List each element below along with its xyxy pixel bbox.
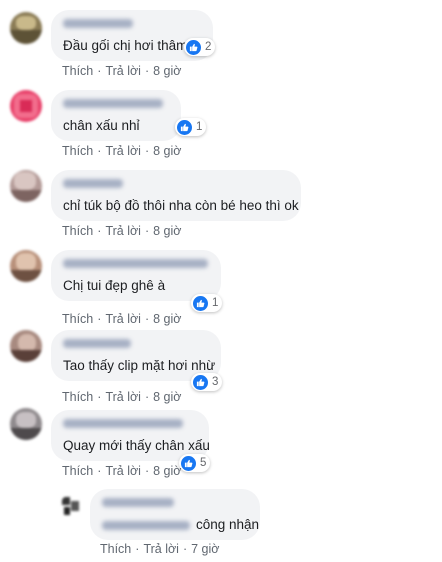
like-link[interactable]: Thích (62, 312, 93, 326)
separator-dot: · (97, 224, 102, 238)
timestamp[interactable]: 8 giờ (153, 64, 181, 78)
reply-link[interactable]: Trả lời (105, 64, 141, 78)
comment-text: Quay mới thấy chân xấu (63, 438, 210, 453)
reply-link[interactable]: Trả lời (105, 312, 141, 326)
separator-dot: · (97, 312, 102, 326)
separator-dot: · (144, 312, 150, 326)
reaction-count[interactable]: 1 (191, 294, 223, 312)
like-link[interactable]: Thích (62, 464, 93, 478)
reaction-count[interactable]: 5 (179, 454, 211, 472)
author-name[interactable] (63, 339, 131, 348)
like-link[interactable]: Thích (62, 390, 93, 404)
reaction-number: 5 (200, 457, 207, 469)
reply-link[interactable]: Trả lời (143, 542, 179, 556)
reaction-count[interactable]: 1 (175, 118, 207, 136)
reply-link[interactable]: Trả lời (105, 464, 141, 478)
separator-dot: · (97, 144, 102, 158)
comment-bubble: chỉ túk bộ đồ thôi nha còn bé heo thì ok (51, 170, 301, 221)
comment-actions: Thích · Trả lời · 7 giờ (100, 542, 219, 556)
comment-actions: Thích · Trả lời · 8 giờ (62, 144, 181, 158)
separator-dot: · (144, 64, 150, 78)
avatar[interactable] (10, 250, 42, 282)
like-link[interactable]: Thích (62, 64, 93, 78)
avatar[interactable] (10, 90, 42, 122)
like-link[interactable]: Thích (62, 144, 93, 158)
avatar[interactable] (10, 170, 42, 202)
separator-dot: · (97, 64, 102, 78)
like-icon (193, 374, 208, 390)
like-icon (181, 455, 196, 471)
separator-dot: · (182, 542, 188, 556)
like-link[interactable]: Thích (62, 224, 93, 238)
like-icon (177, 119, 192, 135)
author-name[interactable] (63, 419, 183, 428)
separator-dot: · (97, 464, 102, 478)
reply-link[interactable]: Trả lời (105, 390, 141, 404)
author-name[interactable] (63, 99, 163, 108)
avatar[interactable] (10, 12, 42, 44)
separator-dot: · (144, 464, 150, 478)
comment-bubble: chân xấu nhỉ (51, 90, 181, 141)
timestamp[interactable]: 8 giờ (153, 390, 181, 404)
author-name[interactable] (63, 179, 123, 188)
timestamp[interactable]: 8 giờ (153, 224, 181, 238)
comment-text: công nhận (196, 517, 260, 532)
timestamp[interactable]: 8 giờ (153, 464, 181, 478)
reply-link[interactable]: Trả lời (105, 224, 141, 238)
comment-text: chân xấu nhỉ (63, 118, 140, 133)
separator-dot: · (144, 224, 150, 238)
reaction-count[interactable]: 3 (191, 373, 223, 391)
like-link[interactable]: Thích (100, 542, 131, 556)
timestamp[interactable]: 8 giờ (153, 144, 181, 158)
author-name[interactable] (63, 19, 133, 28)
reaction-number: 1 (196, 121, 203, 133)
separator-dot: · (97, 390, 102, 404)
reaction-number: 2 (205, 41, 212, 53)
separator-dot: · (144, 390, 150, 404)
comment-actions: Thích · Trả lời · 8 giờ (62, 64, 181, 78)
reaction-number: 1 (212, 297, 219, 309)
like-icon (193, 295, 208, 311)
comment-text: Tao thấy clip mặt hơi nhừ (63, 358, 216, 373)
author-name[interactable] (102, 498, 174, 507)
comment-text: Chị tui đẹp ghê à (63, 278, 166, 293)
avatar[interactable] (10, 330, 42, 362)
comment-actions: Thích · Trả lời · 8 giờ (62, 312, 181, 326)
timestamp[interactable]: 7 giờ (191, 542, 219, 556)
separator-dot: · (135, 542, 140, 556)
separator-dot: · (144, 144, 150, 158)
comment-bubble: Chị tui đẹp ghê à (51, 250, 221, 301)
comment-actions: Thích · Trả lời · 8 giờ (62, 464, 181, 478)
comment-bubble: công nhận (90, 489, 260, 540)
timestamp[interactable]: 8 giờ (153, 312, 181, 326)
avatar[interactable] (10, 408, 42, 440)
like-icon (186, 39, 201, 55)
reaction-number: 3 (212, 376, 219, 388)
mentioned-name[interactable] (102, 520, 190, 530)
reply-link[interactable]: Trả lời (105, 144, 141, 158)
comment-actions: Thích · Trả lời · 8 giờ (62, 390, 181, 404)
author-name[interactable] (63, 259, 208, 268)
comment-text: chỉ túk bộ đồ thôi nha còn bé heo thì ok (63, 198, 299, 213)
comment-actions: Thích · Trả lời · 8 giờ (62, 224, 181, 238)
reaction-count[interactable]: 2 (184, 38, 216, 56)
comment-text: Đầu gối chị hơi thâm (63, 38, 188, 53)
avatar[interactable] (60, 495, 82, 517)
